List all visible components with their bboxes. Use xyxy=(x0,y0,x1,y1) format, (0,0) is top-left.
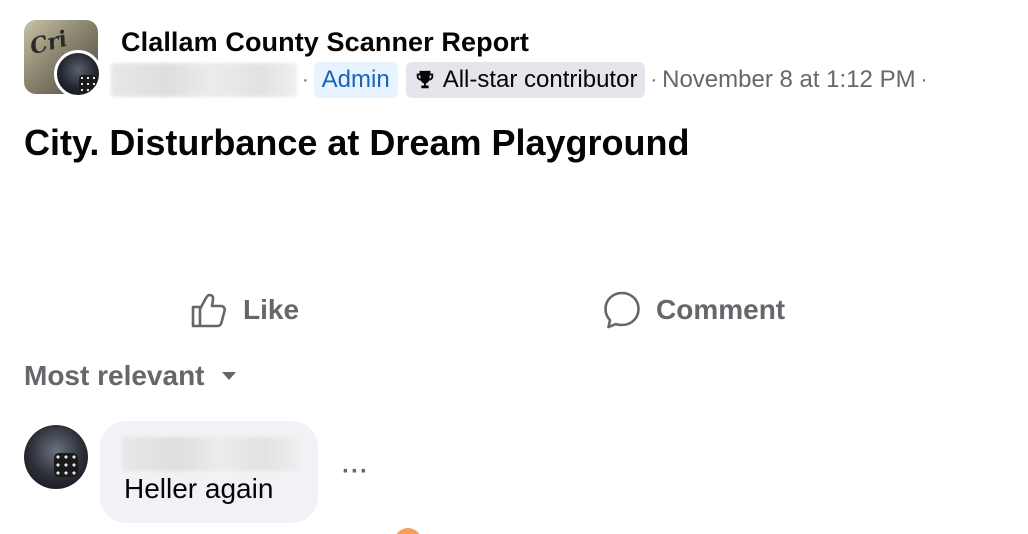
comment-bubble: Heller again xyxy=(100,421,318,523)
group-name-link[interactable]: Clallam County Scanner Report xyxy=(121,27,529,58)
post-timestamp[interactable]: November 8 at 1:12 PM xyxy=(662,66,915,94)
author-avatar[interactable] xyxy=(54,50,102,98)
post-text: City. Disturbance at Dream Playground xyxy=(24,122,690,163)
separator: · xyxy=(920,68,928,91)
speech-bubble-icon xyxy=(604,291,640,329)
comment-more-options-button[interactable]: ··· xyxy=(342,458,369,486)
author-name-redacted[interactable] xyxy=(111,63,297,97)
comment-text: Heller again xyxy=(124,473,274,504)
commenter-avatar[interactable] xyxy=(24,425,88,489)
comment-label: Comment xyxy=(656,294,786,325)
separator: · xyxy=(650,68,658,91)
reaction-icon xyxy=(394,528,422,534)
post-header: Cri Clallam County Scanner Report · Admi… xyxy=(24,20,1014,104)
admin-badge[interactable]: Admin xyxy=(313,62,398,98)
comment-button[interactable]: Comment xyxy=(602,288,785,332)
separator: · xyxy=(302,68,309,91)
trophy-icon xyxy=(416,70,433,89)
commenter-name-redacted[interactable] xyxy=(122,437,300,471)
chevron-down-icon xyxy=(221,372,236,380)
like-label: Like xyxy=(243,294,300,325)
post-meta: · Admin All-star contributor · November … xyxy=(111,60,932,100)
thumbs-up-icon xyxy=(191,293,227,328)
allstar-badge[interactable]: All-star contributor xyxy=(405,62,646,98)
allstar-badge-label: All-star contributor xyxy=(442,66,638,93)
sort-label: Most relevant xyxy=(24,360,205,391)
like-button[interactable]: Like xyxy=(189,288,299,332)
avatar-detail xyxy=(79,75,97,93)
comment-sort-dropdown[interactable]: Most relevant xyxy=(24,360,237,392)
avatar-detail xyxy=(54,453,78,477)
